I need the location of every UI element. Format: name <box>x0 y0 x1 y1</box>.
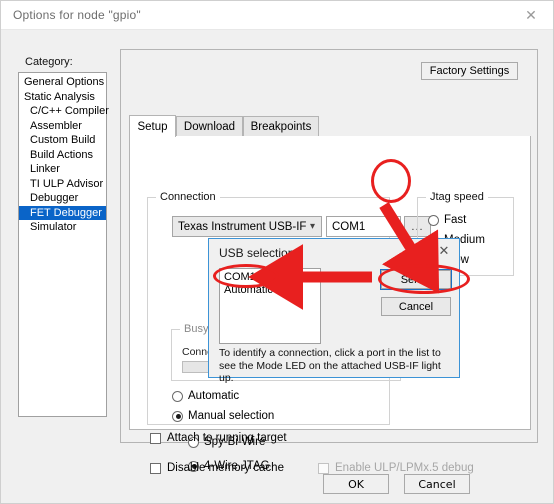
usb-cancel-button[interactable]: Cancel <box>381 297 451 316</box>
port-input-value: COM1 <box>332 220 366 233</box>
category-item-c-cpp-compiler[interactable]: C/C++ Compiler <box>19 104 109 119</box>
connection-group-label: Connection <box>156 191 220 203</box>
close-icon[interactable]: ✕ <box>509 1 553 29</box>
ellipse-select-button <box>378 264 470 294</box>
jtag-speed-group-label: Jtag speed <box>426 191 488 203</box>
checkbox-disable-memory-cache-label: Disable memory cache <box>167 462 284 474</box>
category-item-debugger[interactable]: Debugger <box>19 191 106 206</box>
radio-automatic[interactable]: Automatic <box>172 390 239 402</box>
checkbox-attach-to-running-target[interactable]: Attach to running target <box>150 432 287 444</box>
usb-selection-dialog: USB selection ✕ COM1 Automatic Select Ca… <box>208 238 460 384</box>
ok-button[interactable]: OK <box>323 474 389 494</box>
tab-breakpoints[interactable]: Breakpoints <box>243 116 319 137</box>
ellipse-browse-button <box>371 159 411 203</box>
radio-manual-selection-label: Manual selection <box>188 410 275 422</box>
ellipse-com1-item <box>213 264 279 288</box>
page-title: Options for node "gpio" <box>13 8 141 22</box>
driver-select-value: Texas Instrument USB-IF <box>178 220 307 233</box>
radio-automatic-label: Automatic <box>188 390 240 402</box>
radio-jtag-fast-label: Fast <box>444 214 467 226</box>
category-item-assembler[interactable]: Assembler <box>19 119 106 134</box>
cancel-button[interactable]: Cancel <box>404 474 470 494</box>
category-item-fet-debugger[interactable]: FET Debugger <box>19 205 106 220</box>
chevron-down-icon: ▾ <box>309 221 315 232</box>
radio-manual-selection[interactable]: Manual selection <box>172 410 274 422</box>
driver-select[interactable]: Texas Instrument USB-IF ▾ <box>172 216 322 237</box>
radio-jtag-fast[interactable]: Fast <box>428 214 466 226</box>
radio-automatic-indicator <box>172 390 183 402</box>
category-item-custom-build[interactable]: Custom Build <box>19 133 106 148</box>
factory-settings-button[interactable]: Factory Settings <box>421 62 518 80</box>
category-item-general-options[interactable]: General Options <box>19 75 106 90</box>
usb-selection-help-text: To identify a connection, click a port i… <box>219 347 441 384</box>
usb-selection-title: USB selection <box>219 246 295 260</box>
checkbox-enable-ulp-lpmx5-debug-label: Enable ULP/LPMx.5 debug <box>335 462 474 474</box>
checkbox-attach-to-running-target-box <box>150 432 161 444</box>
category-item-simulator[interactable]: Simulator <box>19 220 106 235</box>
checkbox-attach-to-running-target-label: Attach to running target <box>167 432 287 444</box>
port-input[interactable]: COM1 <box>326 216 401 237</box>
category-item-static-analysis[interactable]: Static Analysis <box>19 90 106 105</box>
checkbox-disable-memory-cache[interactable]: Disable memory cache <box>150 462 284 474</box>
checkbox-enable-ulp-lpmx5-debug: Enable ULP/LPMx.5 debug <box>318 462 474 474</box>
tab-setup[interactable]: Setup <box>129 115 176 137</box>
radio-jtag-fast-indicator <box>428 214 439 226</box>
tab-download[interactable]: Download <box>176 116 243 137</box>
checkbox-disable-memory-cache-box <box>150 462 161 474</box>
radio-manual-selection-indicator <box>172 410 183 422</box>
category-item-build-actions[interactable]: Build Actions <box>19 148 106 163</box>
category-list[interactable]: General Options Static Analysis C/C++ Co… <box>18 72 109 417</box>
category-item-linker[interactable]: Linker <box>19 162 106 177</box>
category-item-ti-ulp-advisor[interactable]: TI ULP Advisor <box>19 177 106 192</box>
title-bar: Options for node "gpio" ✕ <box>1 1 553 30</box>
category-label: Category: <box>25 56 73 68</box>
tab-strip: Setup Download Breakpoints <box>129 115 531 137</box>
checkbox-enable-ulp-lpmx5-debug-box <box>318 462 329 474</box>
close-icon[interactable]: ✕ <box>433 242 455 260</box>
